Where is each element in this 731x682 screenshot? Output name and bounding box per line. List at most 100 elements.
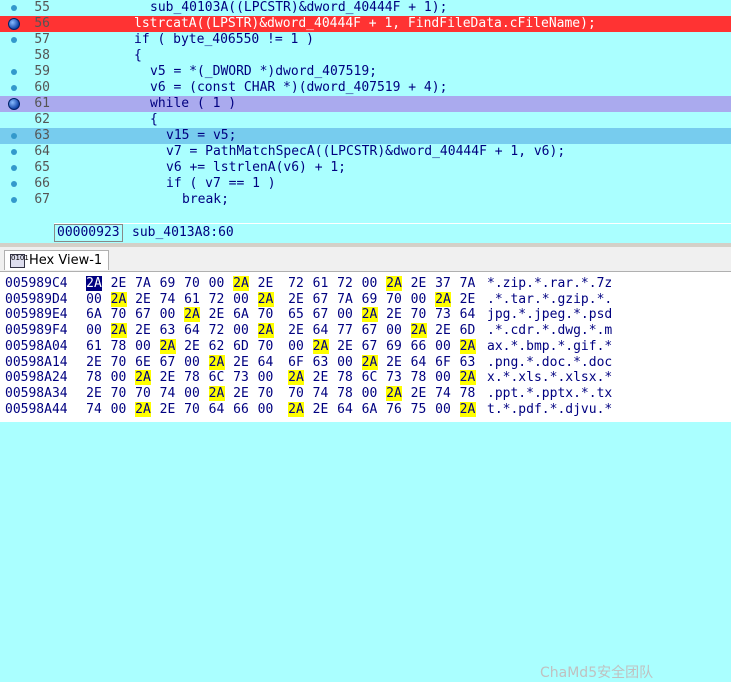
hex-byte[interactable]: 2A [257,291,274,307]
hex-byte[interactable]: 66 [233,402,249,417]
hex-byte[interactable]: 2E [160,402,176,417]
hex-byte[interactable]: 67 [313,307,329,322]
hex-byte[interactable]: 69 [362,292,378,307]
hex-byte[interactable]: 00 [288,339,304,354]
hex-byte[interactable]: 70 [111,386,127,401]
hex-byte[interactable]: 00 [435,370,451,385]
hex-byte[interactable]: 64 [209,402,225,417]
code-line-64[interactable]: 64 v7 = PathMatchSpecA((LPCSTR)&dword_404… [0,144,731,160]
line-dot-icon[interactable] [11,37,17,43]
hex-byte[interactable]: 64 [258,355,274,370]
hex-byte[interactable]: 6C [209,370,225,385]
hex-byte[interactable]: 2A [361,354,378,370]
hex-byte[interactable]: 77 [337,323,353,338]
hex-byte[interactable]: 00 [86,292,102,307]
hex-byte[interactable]: 00 [435,339,451,354]
hex-byte[interactable]: 70 [258,339,274,354]
hex-byte[interactable]: 2A [257,323,274,339]
code-text[interactable]: v7 = PathMatchSpecA((LPCSTR)&dword_40444… [166,144,565,160]
hex-byte[interactable]: 00 [86,323,102,338]
hex-byte[interactable]: 2A [233,276,249,291]
hex-byte[interactable]: 2E [313,370,329,385]
hex-byte[interactable]: 74 [313,386,329,401]
hex-byte[interactable]: 2E [135,292,151,307]
breakpoint-icon[interactable] [8,98,20,110]
hex-byte[interactable]: 70 [411,307,427,322]
hex-byte[interactable]: 6F [435,355,451,370]
hex-ascii[interactable]: .png.*.doc.*.doc [487,355,612,370]
hex-byte[interactable]: 6C [362,370,378,385]
line-dot-icon[interactable] [11,165,17,171]
hex-byte[interactable]: 70 [258,307,274,322]
hex-byte[interactable]: 78 [184,370,200,385]
hex-byte[interactable]: 2A [135,370,151,386]
code-line-62[interactable]: 62 { [0,112,731,128]
hex-byte[interactable]: 2A [288,401,304,417]
line-dot-icon[interactable] [11,85,17,91]
line-dot-icon[interactable] [11,149,17,155]
hex-byte[interactable]: 2E [111,276,127,291]
hex-byte[interactable]: 00 [258,370,274,385]
code-line-66[interactable]: 66 if ( v7 == 1 ) [0,176,731,192]
hex-byte[interactable]: 6D [233,339,249,354]
hex-byte[interactable]: 00 [337,307,353,322]
hex-byte[interactable]: 61 [86,339,102,354]
hex-byte[interactable]: 2A [459,370,476,386]
hex-byte[interactable]: 72 [209,323,225,338]
hex-byte[interactable]: 2A [86,276,102,291]
hex-byte[interactable]: 61 [184,292,200,307]
hex-byte[interactable]: 72 [209,292,225,307]
hex-byte[interactable]: 66 [411,339,427,354]
hex-byte[interactable]: 63 [160,323,176,338]
hex-byte[interactable]: 6E [135,355,151,370]
hex-byte[interactable]: 00 [135,339,151,354]
hex-byte[interactable]: 61 [313,276,329,291]
hex-byte[interactable]: 2A [110,291,127,307]
hex-byte[interactable]: 7A [460,276,476,291]
hex-ascii[interactable]: .*.cdr.*.dwg.*.m [487,323,612,338]
hex-byte[interactable]: 2E [337,339,353,354]
hex-byte[interactable]: 69 [386,339,402,354]
hex-byte[interactable]: 2A [208,354,225,370]
hex-byte[interactable]: 2E [86,386,102,401]
hex-byte[interactable]: 67 [362,339,378,354]
code-text[interactable]: { [134,48,142,64]
hex-byte[interactable]: 67 [135,307,151,322]
hex-byte[interactable]: 2E [288,292,304,307]
hex-byte[interactable]: 2E [435,323,451,338]
pseudocode-view[interactable]: 55 sub_40103A((LPCSTR)&dword_40444F + 1);… [0,0,731,220]
hex-byte[interactable]: 78 [460,386,476,401]
hex-byte[interactable]: 63 [460,355,476,370]
hex-byte[interactable]: 75 [411,402,427,417]
hex-byte[interactable]: 74 [160,386,176,401]
code-line-59[interactable]: 59 v5 = *(_DWORD *)dword_407519; [0,64,731,80]
code-text[interactable]: { [150,112,158,128]
code-text[interactable]: if ( v7 == 1 ) [166,176,276,192]
hex-ascii[interactable]: .*.tar.*.gzip.*. [487,292,612,307]
hex-byte[interactable]: 74 [435,386,451,401]
hex-byte[interactable]: 74 [86,402,102,417]
hex-byte[interactable]: 64 [460,307,476,322]
code-line-57[interactable]: 57 if ( byte_406550 != 1 ) [0,32,731,48]
hex-byte[interactable]: 64 [313,323,329,338]
hex-byte[interactable]: 63 [313,355,329,370]
hex-byte[interactable]: 70 [111,307,127,322]
hex-byte[interactable]: 2E [233,355,249,370]
hex-byte[interactable]: 74 [160,292,176,307]
hex-byte[interactable]: 70 [386,292,402,307]
hex-byte[interactable]: 62 [209,339,225,354]
code-line-60[interactable]: 60 v6 = (const CHAR *)(dword_407519 + 4); [0,80,731,96]
code-text[interactable]: if ( byte_406550 != 1 ) [134,32,314,48]
hex-byte[interactable]: 78 [337,370,353,385]
hex-byte[interactable]: 78 [86,370,102,385]
hex-byte[interactable]: 2A [184,307,200,323]
code-text[interactable]: v6 += lstrlenA(v6) + 1; [166,160,346,176]
code-line-61[interactable]: 61 while ( 1 ) [0,96,731,112]
code-line-55[interactable]: 55 sub_40103A((LPCSTR)&dword_40444F + 1); [0,0,731,16]
hex-byte[interactable]: 73 [435,307,451,322]
hex-byte[interactable]: 6A [86,307,102,322]
code-text[interactable]: while ( 1 ) [150,96,236,112]
hex-byte[interactable]: 2A [312,338,329,354]
hex-byte[interactable]: 64 [184,323,200,338]
hex-byte[interactable]: 72 [288,276,304,291]
